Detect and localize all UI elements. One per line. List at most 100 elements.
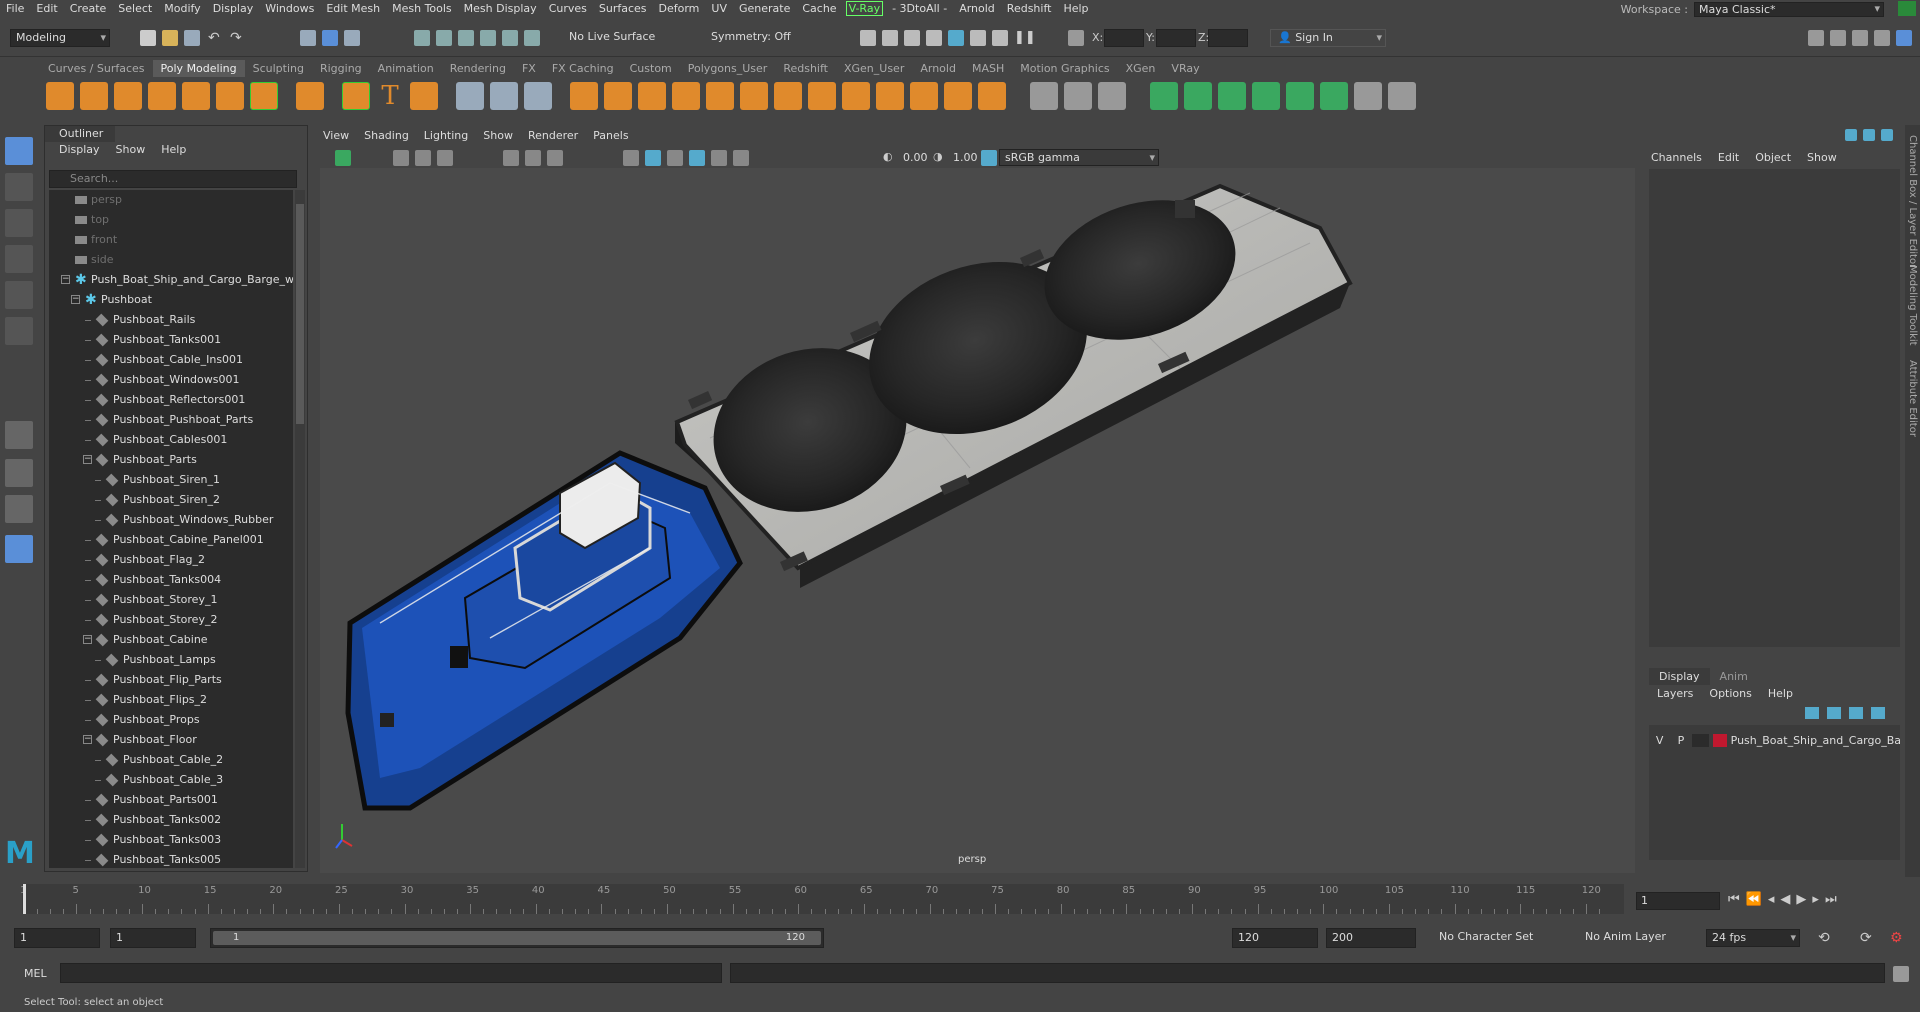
layer-playback-toggle[interactable]: P xyxy=(1670,734,1691,747)
render-sequence-icon[interactable] xyxy=(882,30,898,46)
menu-display[interactable]: Display xyxy=(207,0,260,17)
lights-icon[interactable] xyxy=(711,150,727,166)
outliner-item[interactable]: Pushboat_Flips_2 xyxy=(49,690,293,710)
collapse-icon[interactable]: − xyxy=(83,635,92,644)
layer-menu-layers[interactable]: Layers xyxy=(1657,687,1693,700)
lock-icon[interactable] xyxy=(1898,1,1916,16)
channel-menu-edit[interactable]: Edit xyxy=(1718,151,1739,164)
outliner-item[interactable]: Pushboat_Cable_3 xyxy=(49,770,293,790)
range-slider-bar[interactable]: 1 120 xyxy=(213,931,821,945)
channel-sync-icon[interactable] xyxy=(1845,129,1857,141)
range-slider-track[interactable]: 1 120 xyxy=(210,928,824,948)
channel-menu-channels[interactable]: Channels xyxy=(1651,151,1702,164)
time-ruler[interactable]: 1510152025303540455055606570758085909510… xyxy=(20,884,1624,914)
sign-in-button[interactable]: 👤 Sign In ▾ xyxy=(1270,29,1386,47)
fps-dropdown[interactable]: 24 fps ▾ xyxy=(1706,929,1800,947)
outliner-item[interactable]: Pushboat_Storey_1 xyxy=(49,590,293,610)
menu-generate[interactable]: Generate xyxy=(733,0,796,17)
menu-edit-mesh[interactable]: Edit Mesh xyxy=(320,0,386,17)
symmetry-dropdown[interactable]: Symmetry: Off xyxy=(706,29,806,47)
collapse-icon[interactable]: − xyxy=(61,275,70,284)
layer-menu-help[interactable]: Help xyxy=(1768,687,1793,700)
outliner-item[interactable]: − Pushboat_Cabine xyxy=(49,630,293,650)
layer-row[interactable]: V P Push_Boat_Ship_and_Cargo_Bar xyxy=(1649,732,1900,749)
move-layer-up-icon[interactable] xyxy=(1805,707,1819,719)
planar-uv-icon[interactable] xyxy=(1030,82,1058,110)
single-view-layout-icon[interactable] xyxy=(5,421,33,449)
collapse-icon[interactable] xyxy=(978,82,1006,110)
animation-start-field[interactable]: 1 xyxy=(14,928,100,948)
outliner-search-input[interactable]: Search... xyxy=(49,170,297,188)
bridge-icon[interactable] xyxy=(672,82,700,110)
render-setup-icon[interactable] xyxy=(992,30,1008,46)
snap-surface-icon[interactable] xyxy=(502,30,518,46)
outliner-item[interactable]: Pushboat_Reflectors001 xyxy=(49,390,293,410)
menu-deform[interactable]: Deform xyxy=(653,0,706,17)
menu-file[interactable]: File xyxy=(0,0,30,17)
expand-icon[interactable] xyxy=(1881,129,1893,141)
outliner-item[interactable]: Pushboat_Pushboat_Parts xyxy=(49,410,293,430)
toolsettings-toggle-icon[interactable] xyxy=(1808,30,1824,46)
outliner-item[interactable]: Pushboat_Lamps xyxy=(49,650,293,670)
outliner-scroll-thumb[interactable] xyxy=(296,204,304,424)
collapse-icon[interactable]: − xyxy=(83,455,92,464)
shelf-tab-polygons-user[interactable]: Polygons_User xyxy=(680,60,776,77)
outliner-menu-display[interactable]: Display xyxy=(59,142,100,158)
side-tab-attribute-editor[interactable]: Attribute Editor xyxy=(1907,360,1918,437)
layer-tab-anim[interactable]: Anim xyxy=(1710,668,1758,685)
snap-grid-icon[interactable] xyxy=(414,30,430,46)
shelf-tab-vray[interactable]: VRay xyxy=(1163,60,1207,77)
outliner-item[interactable]: Pushboat_Siren_1 xyxy=(49,470,293,490)
modify-icon[interactable] xyxy=(1252,82,1280,110)
outliner-layout-icon[interactable] xyxy=(5,535,33,563)
merge-icon[interactable] xyxy=(944,82,972,110)
help-icon[interactable] xyxy=(1863,129,1875,141)
layer-menu-options[interactable]: Options xyxy=(1709,687,1751,700)
outliner-item[interactable]: Pushboat_Flag_2 xyxy=(49,550,293,570)
outliner-item[interactable]: front xyxy=(49,230,293,250)
shelf-tab-xgen[interactable]: XGen xyxy=(1118,60,1164,77)
soften-edge-icon[interactable] xyxy=(1320,82,1348,110)
channel-menu-show[interactable]: Show xyxy=(1807,151,1837,164)
outliner-item[interactable]: Pushboat_Rails xyxy=(49,310,293,330)
menu-v-ray[interactable]: V-Ray xyxy=(845,1,884,16)
menu-modify[interactable]: Modify xyxy=(158,0,206,17)
shelf-tab-mash[interactable]: MASH xyxy=(964,60,1012,77)
shelf-tab-rigging[interactable]: Rigging xyxy=(312,60,370,77)
textured-icon[interactable] xyxy=(689,150,705,166)
type-tool-icon[interactable]: T xyxy=(376,82,404,110)
shelf-tab-motion-graphics[interactable]: Motion Graphics xyxy=(1012,60,1117,77)
menu-select[interactable]: Select xyxy=(112,0,158,17)
anim-layer-dropdown[interactable]: No Anim Layer xyxy=(1580,929,1680,947)
redo-icon[interactable]: ↷ xyxy=(230,30,246,46)
menu-mesh-tools[interactable]: Mesh Tools xyxy=(386,0,458,17)
film-gate-icon[interactable] xyxy=(525,150,541,166)
menu-cache[interactable]: Cache xyxy=(796,0,842,17)
exposure-value[interactable]: 0.00 xyxy=(903,151,928,164)
shelf-tab-xgen-user[interactable]: XGen_User xyxy=(836,60,912,77)
outliner-item[interactable]: Pushboat_Props xyxy=(49,710,293,730)
shelf-tab-arnold[interactable]: Arnold xyxy=(912,60,964,77)
outliner-item[interactable]: Pushboat_Tanks002 xyxy=(49,810,293,830)
render-settings-icon[interactable] xyxy=(926,30,942,46)
outliner-item[interactable]: Pushboat_Storey_2 xyxy=(49,610,293,630)
menu-edit[interactable]: Edit xyxy=(30,0,63,17)
mirror-icon[interactable] xyxy=(842,82,870,110)
snap-curve-icon[interactable] xyxy=(436,30,452,46)
select-camera-icon[interactable] xyxy=(335,150,351,166)
poly-disc-icon[interactable] xyxy=(250,82,278,110)
outliner-item[interactable]: Pushboat_Windows_Rubber xyxy=(49,510,293,530)
mode-dropdown[interactable]: Modeling ▾ xyxy=(10,29,110,47)
outliner-item[interactable]: Pushboat_Parts001 xyxy=(49,790,293,810)
auto-uv-icon[interactable] xyxy=(1064,82,1092,110)
outliner-item[interactable]: Pushboat_Flip_Parts xyxy=(49,670,293,690)
outliner-item[interactable]: Pushboat_Cabine_Panel001 xyxy=(49,530,293,550)
auto-key-icon[interactable]: ⟳ xyxy=(1860,930,1876,946)
poly-cylinder-icon[interactable] xyxy=(114,82,142,110)
shelf-tab-fx[interactable]: FX xyxy=(514,60,544,77)
lasso-tool-icon[interactable] xyxy=(5,173,33,201)
outliner-item[interactable]: side xyxy=(49,250,293,270)
custom-tool-icon[interactable] xyxy=(1354,82,1382,110)
pause-icon[interactable]: ❚❚ xyxy=(1014,30,1036,46)
super-shape-icon[interactable] xyxy=(342,82,370,110)
